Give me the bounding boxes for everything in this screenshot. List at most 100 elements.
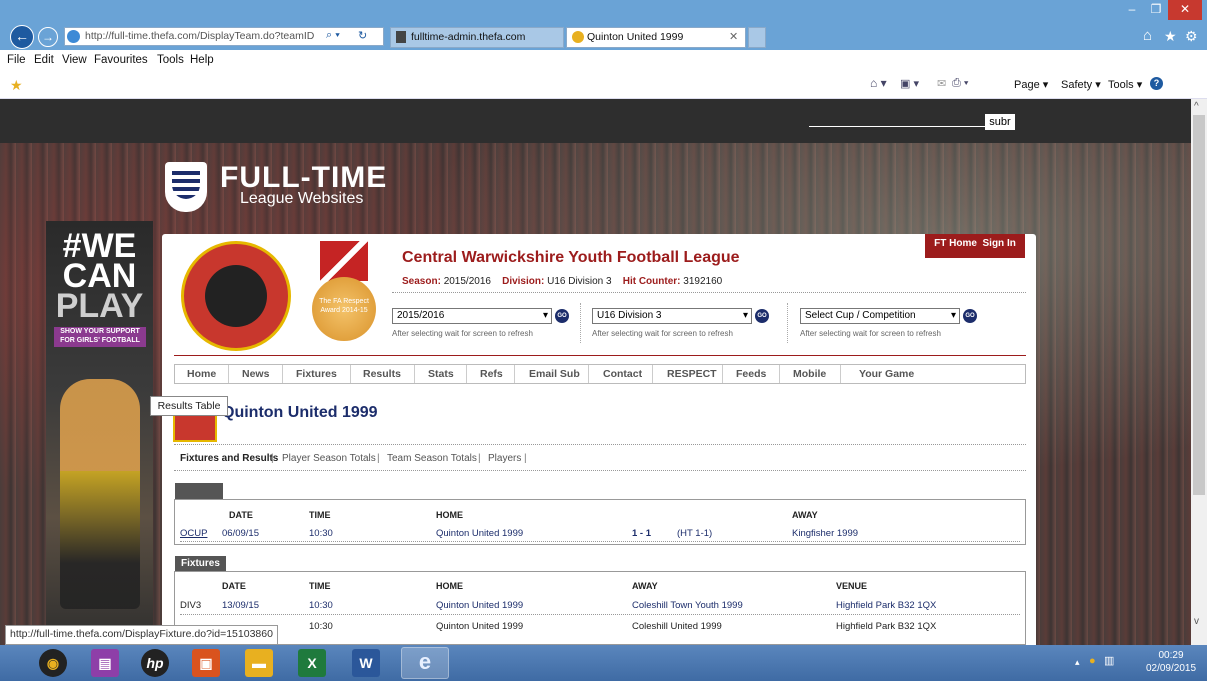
nav-your-game[interactable]: Your Game <box>859 368 914 380</box>
division-select[interactable]: U16 Division 3 ▾ <box>592 308 752 324</box>
close-button[interactable]: ✕ <box>1168 0 1202 20</box>
fixture-away-team[interactable]: Coleshill United 1999 <box>632 621 722 632</box>
gear-icon[interactable]: ⚙ <box>1185 28 1198 45</box>
fixture-date: 13/09/15 <box>222 600 259 611</box>
feeds-icon[interactable]: ▣ ▾ <box>900 77 919 90</box>
subnav-fixtures-results[interactable]: Fixtures and Results <box>180 453 278 464</box>
results-header-time: TIME <box>309 510 331 520</box>
page-menu[interactable]: Page ▾ <box>1014 78 1048 91</box>
fixture-venue[interactable]: Highfield Park B32 1QX <box>836 621 936 632</box>
menu-favourites[interactable]: Favourites <box>94 54 148 66</box>
site-search-input[interactable] <box>809 126 985 127</box>
new-tab-button[interactable] <box>748 27 766 48</box>
forward-icon[interactable]: → <box>38 27 58 47</box>
result-score[interactable]: 1 - 1 <box>632 528 651 539</box>
fixture-venue[interactable]: Highfield Park B32 1QX <box>836 600 936 611</box>
nav-fixtures[interactable]: Fixtures <box>296 368 337 380</box>
subnav-players[interactable]: Players <box>488 453 521 464</box>
scrollbar-thumb[interactable] <box>1193 115 1205 495</box>
ie-tab-icon <box>572 31 584 43</box>
tab-fulltime-admin[interactable]: fulltime-admin.thefa.com <box>390 27 564 48</box>
subnav-team-season-totals[interactable]: Team Season Totals <box>387 453 477 464</box>
tab-label: fulltime-admin.thefa.com <box>411 31 526 43</box>
maximize-button[interactable]: ❐ <box>1144 0 1168 20</box>
scroll-down-icon[interactable]: v <box>1194 616 1199 627</box>
home-page-icon[interactable]: ⌂ ▾ <box>870 76 887 90</box>
result-home-team[interactable]: Quinton United 1999 <box>436 528 523 539</box>
nav-feeds[interactable]: Feeds <box>736 368 766 380</box>
app-icon[interactable]: ▤ <box>91 649 119 677</box>
subnav-player-season-totals[interactable]: Player Season Totals <box>282 453 376 464</box>
menu-view[interactable]: View <box>62 54 87 66</box>
safety-menu[interactable]: Safety ▾ <box>1061 78 1101 91</box>
page-icon <box>396 31 406 43</box>
nav-separator <box>514 365 515 383</box>
menu-edit[interactable]: Edit <box>34 54 54 66</box>
menu-file[interactable]: File <box>7 54 26 66</box>
season-value: 2015/2016 <box>443 276 491 287</box>
office-app-icon[interactable]: ▣ <box>192 649 220 677</box>
menu-tools[interactable]: Tools <box>157 54 184 66</box>
back-icon[interactable]: ← <box>10 25 34 49</box>
fixtures-section-header: Fixtures <box>175 556 226 572</box>
add-favorite-icon[interactable]: ★ <box>10 77 23 94</box>
cup-select[interactable]: Select Cup / Competition ▾ <box>800 308 960 324</box>
subnav-separator: | <box>377 453 380 464</box>
nav-mobile[interactable]: Mobile <box>793 368 826 380</box>
nav-results[interactable]: Results <box>363 368 401 380</box>
system-clock[interactable]: 00:29 02/09/2015 <box>1140 649 1202 675</box>
fulltime-logo-subtitle: League Websites <box>240 190 364 207</box>
divider <box>392 292 1026 293</box>
nav-stats[interactable]: Stats <box>428 368 454 380</box>
tab-quinton-united[interactable]: Quinton United 1999 <box>566 27 746 48</box>
menu-help[interactable]: Help <box>190 54 214 66</box>
internet-explorer-icon[interactable]: e <box>401 647 449 679</box>
fixture-home-team[interactable]: Quinton United 1999 <box>436 600 523 611</box>
mail-icon[interactable]: ✉ <box>937 77 946 90</box>
header-buttons: FT Home Sign In <box>925 234 1025 258</box>
result-away-team[interactable]: Kingfisher 1999 <box>792 528 858 539</box>
fixture-away-team[interactable]: Coleshill Town Youth 1999 <box>632 600 743 611</box>
tray-expand-icon[interactable]: ▴ <box>1075 657 1080 668</box>
nav-contact[interactable]: Contact <box>603 368 642 380</box>
nav-refs[interactable]: Refs <box>480 368 503 380</box>
subnav-separator: | <box>271 453 274 464</box>
results-header-away: AWAY <box>792 510 818 520</box>
sign-in-link[interactable]: Sign In <box>983 238 1016 249</box>
result-competition-link[interactable]: OCUP <box>180 528 207 539</box>
submit-button[interactable]: subr <box>985 114 1015 130</box>
print-icon[interactable]: ⎙ ▾ <box>952 77 968 90</box>
fixture-competition[interactable]: DIV3 <box>180 600 201 611</box>
tools-menu[interactable]: Tools ▾ <box>1108 78 1142 91</box>
scroll-up-icon[interactable]: ^ <box>1194 101 1199 112</box>
season-line: Season: 2015/2016 Division: U16 Division… <box>402 276 722 287</box>
network-icon[interactable]: ▥ <box>1104 654 1114 667</box>
season-select[interactable]: 2015/2016 ▾ <box>392 308 552 324</box>
nav-respect[interactable]: RESPECT <box>667 368 717 380</box>
nav-news[interactable]: News <box>242 368 269 380</box>
file-explorer-icon[interactable]: ▬ <box>245 649 273 677</box>
window-titlebar <box>0 0 1207 22</box>
division-hint: After selecting wait for screen to refre… <box>592 329 733 338</box>
nav-separator <box>350 365 351 383</box>
help-icon[interactable]: ? <box>1150 77 1163 90</box>
search-icon[interactable]: ⌕ ▾ <box>326 29 340 42</box>
cup-go-button[interactable]: GO <box>963 309 977 323</box>
home-icon[interactable]: ⌂ <box>1143 27 1152 44</box>
favorites-star-icon[interactable]: ★ <box>1164 28 1177 45</box>
result-date: 06/09/15 <box>222 528 259 539</box>
division-go-button[interactable]: GO <box>755 309 769 323</box>
hp-icon[interactable]: hp <box>141 649 169 677</box>
nav-home[interactable]: Home <box>187 368 216 380</box>
ft-home-link[interactable]: FT Home <box>934 238 977 249</box>
word-icon[interactable]: W <box>352 649 380 677</box>
nav-email-sub[interactable]: Email Sub <box>529 368 580 380</box>
refresh-icon[interactable]: ↻ <box>358 29 367 42</box>
media-player-icon[interactable]: ◉ <box>39 649 67 677</box>
season-go-button[interactable]: GO <box>555 309 569 323</box>
tray-app-icon[interactable]: ● <box>1089 655 1096 667</box>
fixture-home-team[interactable]: Quinton United 1999 <box>436 621 523 632</box>
close-tab-icon[interactable]: ✕ <box>729 30 738 43</box>
excel-icon[interactable]: X <box>298 649 326 677</box>
minimize-button[interactable]: – <box>1120 0 1144 20</box>
